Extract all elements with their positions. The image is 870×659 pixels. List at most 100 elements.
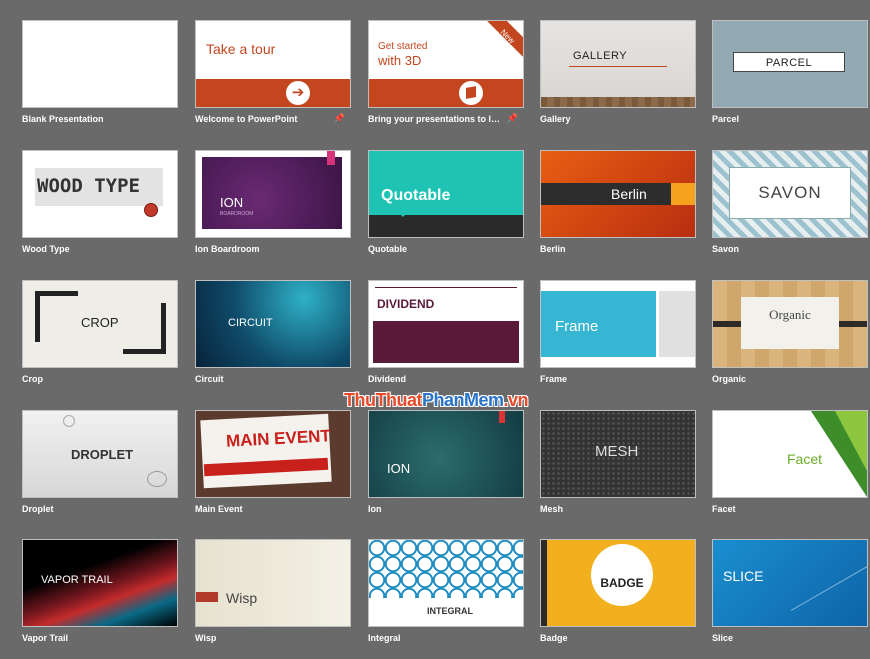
thumb-label-box: SAVON <box>729 167 851 219</box>
thumb-panel <box>202 157 342 229</box>
template-thumbnail[interactable]: PARCEL <box>712 20 868 108</box>
template-label: Circuit <box>195 374 224 384</box>
template-savon[interactable]: SAVON Savon <box>712 150 868 270</box>
template-thumbnail[interactable]: INTEGRAL <box>368 539 524 627</box>
thumb-drop <box>147 471 167 487</box>
thumb-pattern <box>369 540 523 598</box>
thumb-arrow-tag <box>196 592 218 602</box>
template-thumbnail[interactable]: MESH <box>540 410 696 498</box>
template-thumbnail[interactable]: SLICE <box>712 539 868 627</box>
template-slice[interactable]: SLICE Slice <box>712 539 868 659</box>
thumb-title: Quotable <box>381 187 451 204</box>
template-thumbnail[interactable]: CROP <box>22 280 178 368</box>
template-bring-presentations-to-life[interactable]: Get started with 3D New Bring your prese… <box>368 20 524 140</box>
template-thumbnail[interactable]: Frame <box>540 280 696 368</box>
watermark-part-2: PhanMem <box>421 390 504 410</box>
template-crop[interactable]: CROP Crop <box>22 280 178 400</box>
thumb-orange-block <box>671 183 695 205</box>
template-berlin[interactable]: Berlin Berlin <box>540 150 696 270</box>
template-quotable[interactable]: Quotable Quotable <box>368 150 524 270</box>
template-thumbnail[interactable]: DROPLET <box>22 410 178 498</box>
thumb-gray-panel <box>659 291 695 357</box>
template-wood-type[interactable]: WOOD TYPE Wood Type <box>22 150 178 270</box>
new-ribbon: New <box>480 21 523 64</box>
template-thumbnail[interactable]: Facet <box>712 410 868 498</box>
template-thumbnail[interactable]: ION BOARDROOM <box>195 150 351 238</box>
thumb-top-rule <box>375 287 517 288</box>
watermark: ThuThuatPhanMem.vn <box>344 390 529 411</box>
template-thumbnail[interactable]: Berlin <box>540 150 696 238</box>
template-thumbnail[interactable]: DIVIDEND <box>368 280 524 368</box>
watermark-part-3: .vn <box>503 390 529 410</box>
template-thumbnail[interactable]: Organic <box>712 280 868 368</box>
thumb-drop <box>63 415 75 427</box>
template-thumbnail[interactable]: BADGE <box>540 539 696 627</box>
template-thumbnail[interactable]: CIRCUIT <box>195 280 351 368</box>
template-thumbnail[interactable]: Quotable <box>368 150 524 238</box>
pin-icon[interactable]: 📌 <box>334 113 345 124</box>
template-thumbnail[interactable]: Take a tour ➔ <box>195 20 351 108</box>
template-parcel[interactable]: PARCEL Parcel <box>712 20 868 140</box>
thumb-slice-line <box>790 550 867 611</box>
template-thumbnail[interactable]: Wisp <box>195 539 351 627</box>
template-label: Wisp <box>195 633 217 643</box>
template-label: Vapor Trail <box>22 633 69 643</box>
template-circuit[interactable]: CIRCUIT Circuit <box>195 280 351 400</box>
thumb-corner-bottom-right <box>123 303 166 354</box>
template-dividend[interactable]: DIVIDEND Dividend <box>368 280 524 400</box>
thumb-title: Organic <box>769 307 811 322</box>
template-ion-boardroom[interactable]: ION BOARDROOM Ion Boardroom <box>195 150 351 270</box>
template-thumbnail[interactable] <box>22 20 178 108</box>
template-label: Blank Presentation <box>22 114 104 124</box>
template-integral[interactable]: INTEGRAL Integral <box>368 539 524 659</box>
thumb-band <box>373 321 519 363</box>
template-label: Crop <box>22 374 43 384</box>
template-label: Ion Boardroom <box>195 244 260 254</box>
template-label: Badge <box>540 633 568 643</box>
arrow-right-icon: ➔ <box>286 81 310 105</box>
template-organic[interactable]: Organic Organic <box>712 280 868 400</box>
template-badge[interactable]: BADGE Badge <box>540 539 696 659</box>
template-welcome-to-powerpoint[interactable]: Take a tour ➔ Welcome to PowerPoint 📌 <box>195 20 351 140</box>
template-droplet[interactable]: DROPLET Droplet <box>22 410 178 530</box>
thumb-title: CROP <box>81 315 119 330</box>
template-wisp[interactable]: Wisp Wisp <box>195 539 351 659</box>
thumb-title: INTEGRAL <box>427 606 473 616</box>
thumb-title: Wisp <box>226 590 258 606</box>
new-badge-text: New <box>498 27 517 46</box>
template-thumbnail[interactable]: SAVON <box>712 150 868 238</box>
template-label: Slice <box>712 633 734 643</box>
template-ion[interactable]: ION Ion <box>368 410 524 530</box>
thumb-title-line1: Get started <box>378 41 428 52</box>
thumb-title: ION <box>387 461 411 476</box>
template-vapor-trail[interactable]: VAPOR TRAIL Vapor Trail <box>22 539 178 659</box>
thumb-title: WOOD TYPE <box>37 175 140 197</box>
thumb-title-line2: with 3D <box>378 53 422 68</box>
template-label: Facet <box>712 504 736 514</box>
template-main-event[interactable]: MAIN EVENT Main Event <box>195 410 351 530</box>
thumb-card: Organic <box>741 297 839 349</box>
template-thumbnail[interactable]: MAIN EVENT <box>195 410 351 498</box>
template-frame[interactable]: Frame Frame <box>540 280 696 400</box>
thumb-orange-band <box>369 79 523 107</box>
template-thumbnail[interactable]: ION <box>368 410 524 498</box>
template-thumbnail[interactable]: VAPOR TRAIL <box>22 539 178 627</box>
thumb-orange-band <box>196 79 350 107</box>
template-label: Organic <box>712 374 747 384</box>
template-mesh[interactable]: MESH Mesh <box>540 410 696 530</box>
template-blank-presentation[interactable]: Blank Presentation <box>22 20 178 140</box>
thumb-dark-band <box>541 183 671 205</box>
pin-icon[interactable]: 📌 <box>507 113 518 124</box>
template-thumbnail[interactable]: Get started with 3D New <box>368 20 524 108</box>
template-label: Main Event <box>195 504 243 514</box>
template-facet[interactable]: Facet Facet <box>712 410 868 530</box>
thumb-title: Facet <box>787 451 823 467</box>
template-label: Bring your presentations to life... <box>368 114 502 124</box>
thumb-title: BADGE <box>600 576 644 590</box>
thumb-title: VAPOR TRAIL <box>41 574 113 586</box>
template-thumbnail[interactable]: WOOD TYPE <box>22 150 178 238</box>
thumb-tab <box>499 411 505 423</box>
template-thumbnail[interactable]: GALLERY <box>540 20 696 108</box>
thumb-badge-circle: BADGE <box>591 544 653 606</box>
template-gallery[interactable]: GALLERY Gallery <box>540 20 696 140</box>
